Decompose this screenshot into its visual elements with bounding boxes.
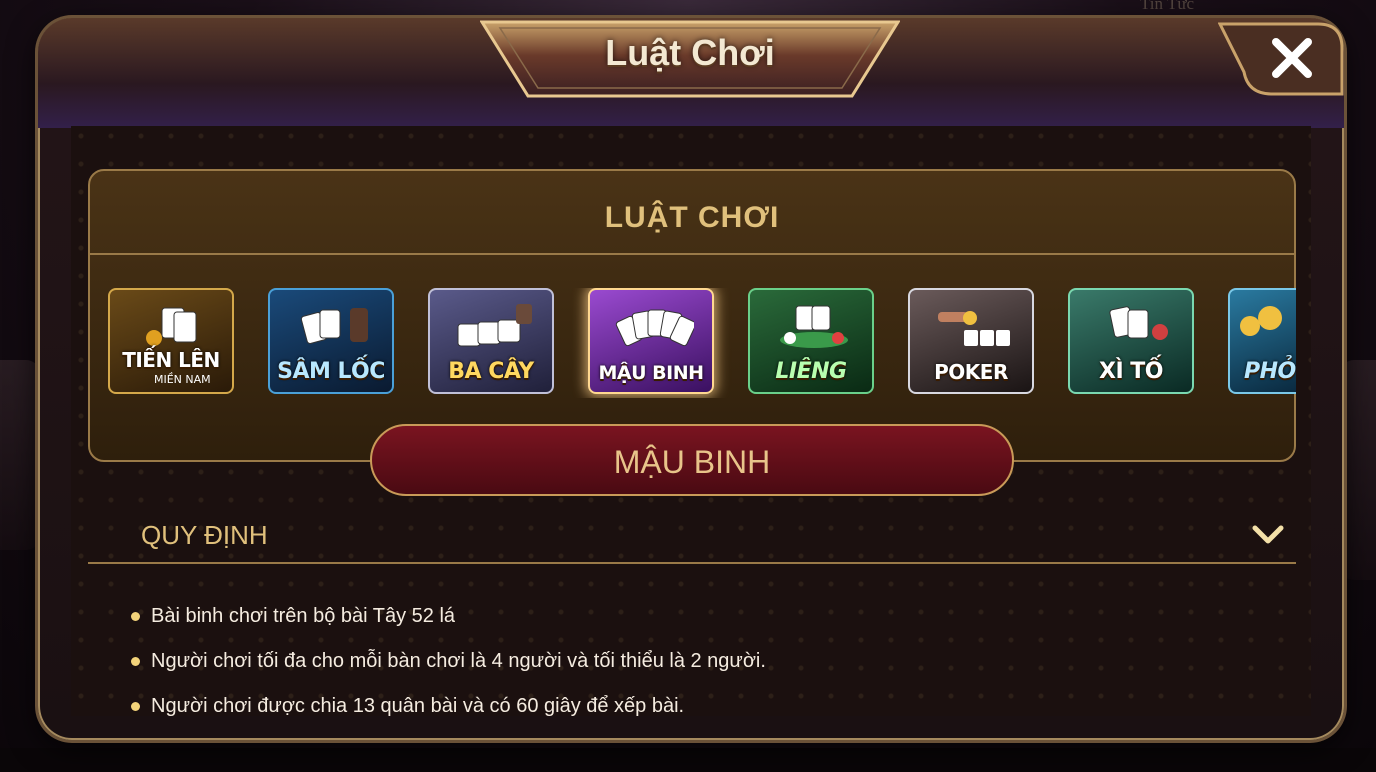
- background-tile-left: [0, 360, 40, 550]
- background-tile-right: [1340, 360, 1376, 580]
- game-card-tien-len[interactable]: TIẾN LÊN MIỀN NAM: [108, 288, 234, 394]
- dialog-title: Luật Chơi: [605, 32, 775, 73]
- selected-game-banner: MẬU BINH: [370, 424, 1014, 496]
- bullet-icon: [131, 657, 140, 666]
- cards-icon: [300, 308, 368, 344]
- game-card-ba-cay[interactable]: BA CÂY: [428, 288, 554, 394]
- rules-list: Bài binh chơi trên bộ bài Tây 52 lá Ngườ…: [128, 598, 1228, 733]
- game-card-sam-loc[interactable]: SÂM LỐC: [268, 288, 394, 394]
- background-bottom-bar: [0, 748, 1376, 772]
- game-card-label: PHỎ: [1244, 359, 1296, 384]
- list-item: Người chơi tối đa cho mỗi bàn chơi là 4 …: [128, 643, 1228, 688]
- game-rules-panel: LUẬT CHƠI TIẾN LÊN MIỀN NAM SÂM LỐC BA C…: [88, 169, 1296, 462]
- background-news-label: Tin Tức: [1140, 0, 1195, 13]
- coins-icon: [1240, 306, 1282, 336]
- game-card-sublabel: MIỀN NAM: [154, 373, 211, 386]
- dialog-title-plate: Luật Chơi: [479, 18, 901, 98]
- game-card-label: MẬU BINH: [598, 362, 704, 384]
- game-card-label: XÌ TỐ: [1098, 359, 1164, 384]
- game-card-label: POKER: [934, 360, 1008, 384]
- list-item: Người chơi được chia 13 quân bài và có 6…: [128, 688, 1228, 733]
- cards-icon: [457, 304, 532, 347]
- rule-text: Bài binh chơi trên bộ bài Tây 52 lá: [151, 605, 456, 627]
- game-card-mau-binh[interactable]: MẬU BINH: [588, 288, 714, 394]
- cards-icon: [146, 307, 197, 346]
- bullet-icon: [131, 702, 140, 711]
- rules-section-header[interactable]: QUY ĐỊNH: [88, 506, 1296, 564]
- game-card-label: TIẾN LÊN: [122, 348, 220, 372]
- section-divider: [88, 562, 1296, 564]
- game-card-label: LIÊNG: [775, 359, 847, 384]
- game-card-label: BA CÂY: [448, 359, 534, 384]
- game-card-pho[interactable]: PHỎ: [1228, 288, 1296, 394]
- cards-icon: [615, 309, 694, 347]
- game-card-label: SÂM LỐC: [277, 359, 385, 384]
- cards-icon: [1109, 306, 1168, 340]
- game-card-lieng[interactable]: LIÊNG: [748, 288, 874, 394]
- rule-text: Người chơi được chia 13 quân bài và có 6…: [151, 695, 685, 717]
- list-item: Bài binh chơi trên bộ bài Tây 52 lá: [128, 598, 1228, 643]
- cards-icon: [780, 305, 848, 348]
- section-title: QUY ĐỊNH: [141, 520, 268, 550]
- rules-panel-heading: LUẬT CHƠI: [604, 201, 780, 234]
- panel-divider: [90, 253, 1294, 255]
- close-button[interactable]: [1217, 20, 1344, 96]
- game-card-xi-to[interactable]: XÌ TỐ: [1068, 288, 1194, 394]
- bullet-icon: [131, 612, 140, 621]
- selected-game-title: MẬU BINH: [613, 444, 771, 480]
- chevron-down-icon[interactable]: [1252, 524, 1284, 546]
- rule-text: Người chơi tối đa cho mỗi bàn chơi là 4 …: [151, 650, 766, 672]
- close-icon: [1272, 38, 1312, 78]
- game-card-poker[interactable]: POKER: [908, 288, 1034, 394]
- cards-icon: [938, 311, 1010, 346]
- game-list: TIẾN LÊN MIỀN NAM SÂM LỐC BA CÂY MẬU BIN…: [106, 288, 1296, 398]
